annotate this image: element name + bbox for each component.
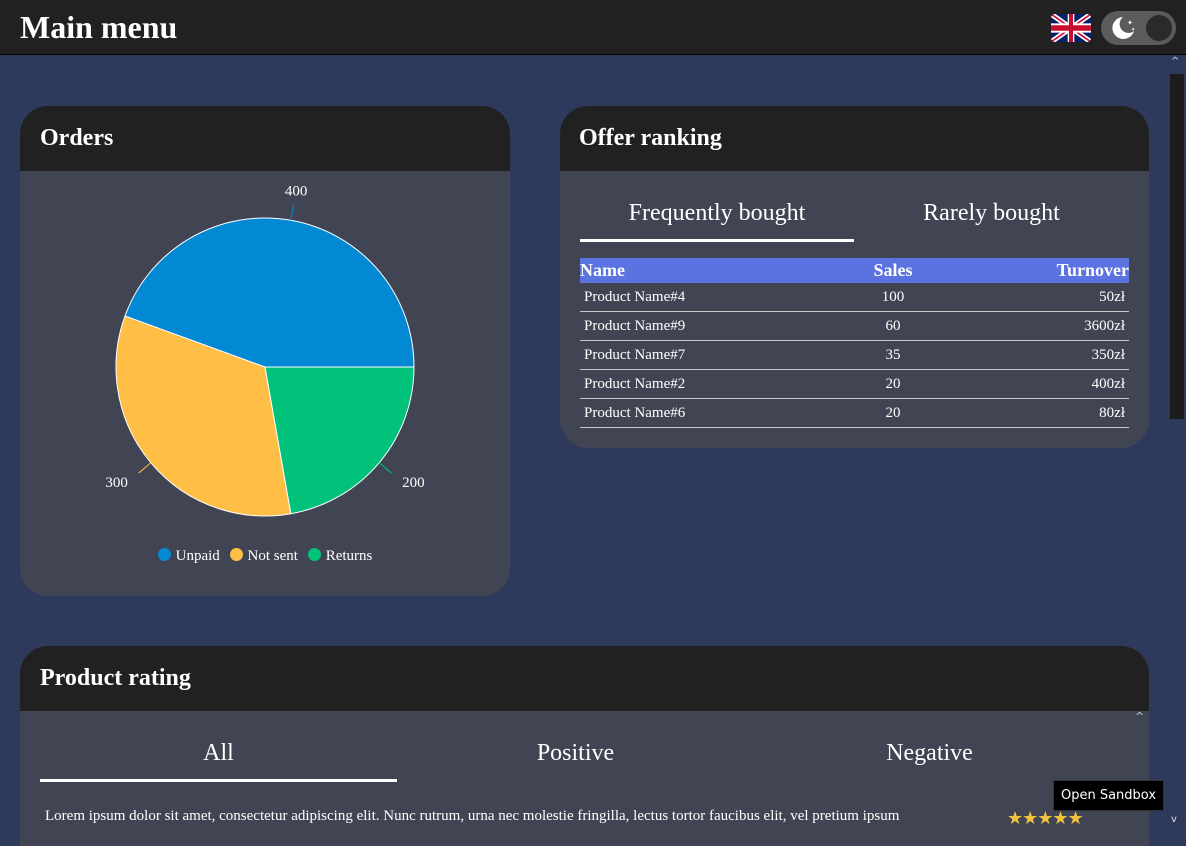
cell-name: Product Name#6 [580, 398, 840, 428]
scroll-up-arrow-icon[interactable]: ^ [1135, 710, 1144, 723]
cell-sales: 100 [840, 283, 946, 312]
cell-name: Product Name#7 [580, 340, 840, 370]
offer-card-header: Offer ranking [560, 106, 1149, 171]
offer-table: Name Sales Turnover Product Name#4 100 5… [580, 258, 1129, 428]
toggle-knob [1146, 15, 1172, 41]
cell-sales: 60 [840, 311, 946, 341]
rating-title: Product rating [40, 665, 191, 691]
legend-item-unpaid[interactable]: Unpaid [157, 548, 220, 565]
tab-frequently-bought[interactable]: Frequently bought [580, 196, 854, 242]
chart-legend: Unpaid Not sent Returns [20, 548, 510, 565]
page-title: Main menu [20, 9, 178, 45]
legend-dot-icon [307, 548, 321, 561]
scroll-up-icon[interactable]: ^ [1171, 56, 1179, 67]
uk-flag-icon[interactable] [1051, 14, 1091, 42]
scrollbar-thumb[interactable] [1170, 74, 1184, 419]
star-rating-icon: ★★★★★ [1007, 808, 1084, 829]
orders-card: Orders 400 300 200 Unpaid Not sent Returns [20, 106, 510, 596]
svg-text:✦: ✦ [1127, 19, 1133, 27]
moon-icon: ✦ ✦ [1112, 17, 1135, 39]
cell-turnover: 350zł [946, 340, 1129, 370]
cell-sales: 35 [840, 340, 946, 370]
legend-dot-icon [157, 548, 171, 561]
legend-item-not-sent[interactable]: Not sent [229, 548, 298, 565]
cell-name: Product Name#2 [580, 369, 840, 399]
rating-card-header: Product rating [20, 646, 1149, 711]
legend-label: Unpaid [175, 548, 220, 564]
cell-turnover: 80zł [946, 398, 1129, 428]
legend-label: Not sent [247, 548, 298, 564]
cell-turnover: 50zł [946, 283, 1129, 312]
table-row[interactable]: Product Name#7 35 350zł [580, 340, 1129, 370]
pie-slice-returns[interactable] [264, 366, 415, 515]
offer-tabs: Frequently bought Rarely bought [580, 196, 1129, 242]
orders-card-header: Orders [20, 106, 510, 171]
orders-title: Orders [40, 125, 114, 151]
offer-ranking-card: Offer ranking Frequently bought Rarely b… [560, 106, 1149, 448]
offer-title: Offer ranking [579, 125, 722, 151]
cell-sales: 20 [840, 398, 946, 428]
column-header-turnover[interactable]: Turnover [946, 258, 1129, 283]
data-label-line [138, 462, 152, 474]
data-label-line [378, 462, 392, 474]
tab-rarely-bought[interactable]: Rarely bought [854, 196, 1129, 242]
cell-turnover: 400zł [946, 369, 1129, 399]
table-row[interactable]: Product Name#2 20 400zł [580, 369, 1129, 399]
data-label: 200 [402, 475, 425, 491]
cell-name: Product Name#9 [580, 311, 840, 341]
table-row[interactable]: Product Name#6 20 80zł [580, 398, 1129, 428]
data-label-line [290, 204, 295, 221]
tab-all[interactable]: All [40, 730, 397, 782]
cell-turnover: 3600zł [946, 311, 1129, 341]
legend-dot-icon [229, 548, 243, 561]
review-text: Lorem ipsum dolor sit amet, consectetur … [45, 808, 900, 824]
column-header-name[interactable]: Name [580, 258, 840, 283]
data-label: 300 [105, 475, 128, 491]
product-rating-card: Product rating ^ All Positive Negative L… [20, 646, 1149, 846]
tab-positive[interactable]: Positive [397, 730, 754, 782]
column-header-sales[interactable]: Sales [840, 258, 946, 283]
data-label: 400 [285, 184, 308, 200]
theme-toggle[interactable]: ✦ ✦ [1101, 11, 1176, 45]
tab-negative[interactable]: Negative [751, 730, 1108, 782]
orders-pie-chart: 400 300 200 [105, 184, 425, 517]
svg-text:✦: ✦ [1131, 27, 1135, 33]
open-sandbox-button[interactable]: Open Sandbox [1053, 780, 1164, 811]
top-bar: Main menu ✦ ✦ [0, 0, 1186, 55]
table-row[interactable]: Product Name#9 60 3600zł [580, 311, 1129, 341]
legend-label: Returns [325, 548, 373, 564]
cell-name: Product Name#4 [580, 283, 840, 312]
legend-item-returns[interactable]: Returns [307, 548, 373, 565]
page-scrollbar[interactable]: ^ v [1168, 56, 1186, 831]
table-header-row: Name Sales Turnover [580, 258, 1129, 283]
scroll-down-icon[interactable]: v [1171, 814, 1177, 825]
table-row[interactable]: Product Name#4 100 50zł [580, 283, 1129, 312]
cell-sales: 20 [840, 369, 946, 399]
